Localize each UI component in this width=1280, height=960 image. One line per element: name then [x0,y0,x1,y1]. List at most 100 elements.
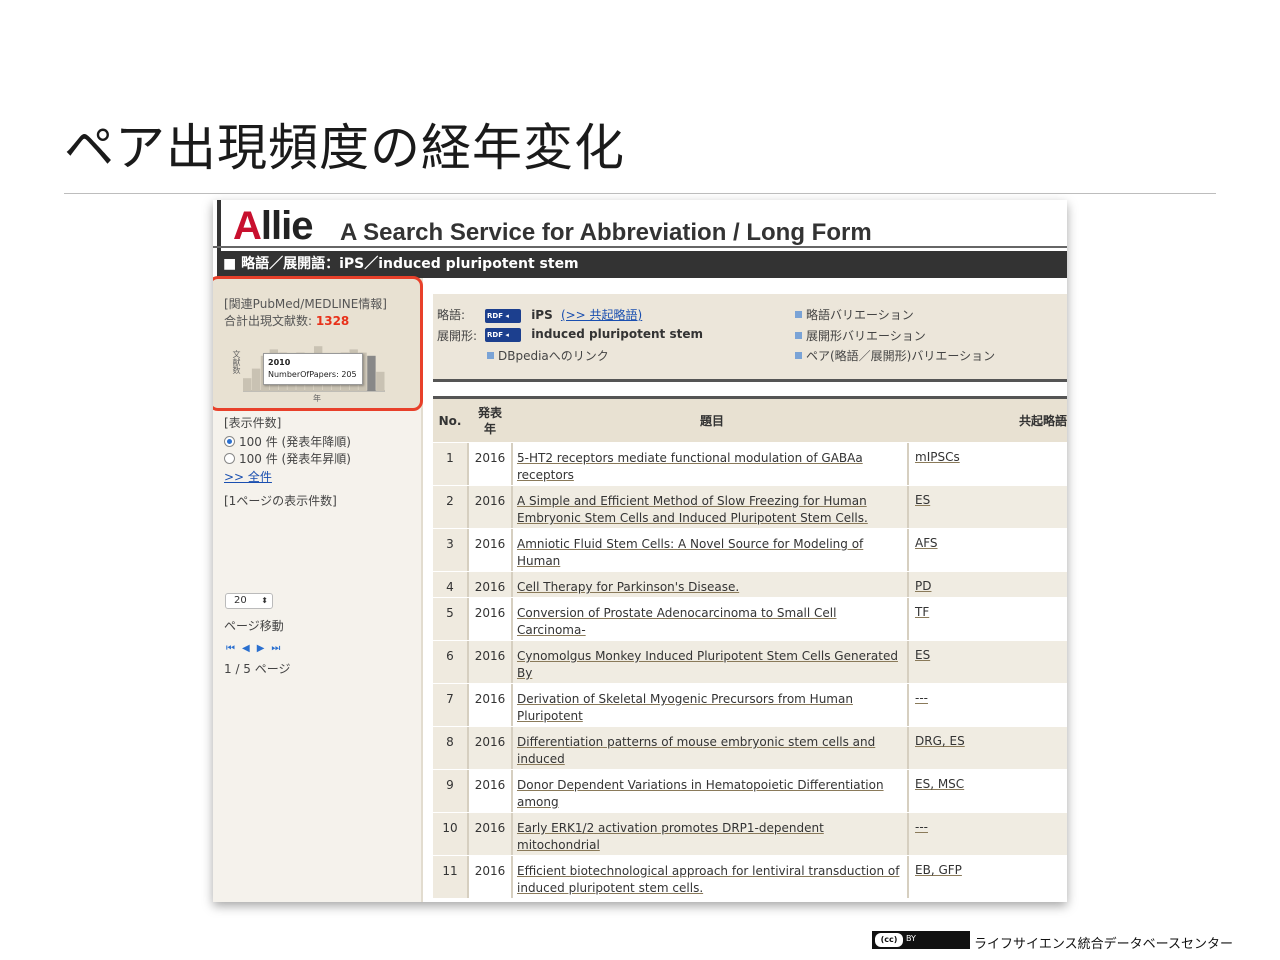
row-number: 2 [433,486,467,528]
row-cooccur[interactable]: ES [913,486,1067,528]
abbr-label: 略語: [437,308,466,322]
option-asc[interactable]: 100 件 (発表年昇順) [224,450,351,467]
select-arrow-icon: ⬍ [261,596,268,605]
bullet-icon [487,352,494,359]
row-title-link[interactable]: Donor Dependent Variations in Hematopoie… [517,770,907,826]
row-number: 7 [433,684,467,726]
row-title-link[interactable]: Cynomolgus Monkey Induced Pluripotent St… [517,641,907,697]
table-row: 7 2016 Derivation of Skeletal Myogenic Pre… [433,683,1067,740]
display-count-label: [表示件数] [224,416,282,430]
row-year: 2016 [474,735,506,749]
row-cooccur[interactable]: DRG, ES [913,727,1067,769]
table-row: 10 2016 Early ERK1/2 activation promotes D… [433,812,1067,869]
table-row: 6 2016 Cynomolgus Monkey Induced Pluripote… [433,640,1067,697]
pubmed-summary-box: [関連PubMed/MEDLINE情報] 合計出現文献数: 1328 文献数 年… [213,276,423,411]
row-number: 4 [433,572,467,597]
rdf-abbr-icon[interactable]: RDF ◂ [485,308,521,323]
variation-abbr-link[interactable]: 略語バリエーション [795,306,914,323]
row-year: 2016 [474,778,506,792]
table-row: 5 2016 Conversion of Prostate Adenocarcino… [433,597,1067,654]
allie-screenshot: Allie A Search Service for Abbreviation … [213,200,1067,902]
long-value: induced pluripotent stem [531,327,703,341]
term-info-box: 略語: RDF ◂ iPS (>> 共起略語) 展開形: RDF ◂ induc… [433,294,1067,382]
cooccur-link[interactable]: (>> 共起略語) [561,308,642,322]
last-page-icon[interactable]: ⏭ [271,643,280,654]
abbr-value: iPS [531,308,553,322]
col-cooccur: 共起略語 [1018,413,1067,428]
row-cooccur[interactable]: AFS [913,529,1067,571]
row-number: 10 [433,813,467,855]
header-divider [213,246,1067,248]
row-year: 2016 [474,606,506,620]
row-title-link[interactable]: Amniotic Fluid Stem Cells: A Novel Sourc… [517,529,907,585]
option-desc[interactable]: 100 件 (発表年降順) [224,433,351,450]
row-title-link[interactable]: Differentiation patterns of mouse embryo… [517,727,907,783]
row-title-link[interactable]: Efficient biotechnological approach for … [517,856,907,898]
row-cooccur[interactable]: PD [913,572,1067,597]
row-title-link[interactable]: A Simple and Efficient Method of Slow Fr… [517,486,907,528]
app-header: Allie A Search Service for Abbreviation … [217,200,1067,252]
allie-logo[interactable]: Allie [233,206,313,246]
first-page-icon[interactable]: ⏮ [226,643,235,654]
col-year: 発表年 [477,405,502,436]
row-cooccur[interactable]: ES [913,641,1067,683]
footer-organization: ライフサイエンス統合データベースセンター [974,937,1233,952]
table-row: 4 2016 Cell Therapy for Parkinson's Diseas… [433,571,1067,597]
page-status: 1 / 5 ページ [224,662,291,676]
row-number: 5 [433,598,467,640]
radio-desc[interactable] [224,436,235,447]
row-title-link[interactable]: 5-HT2 receptors mediate functional modul… [517,443,907,516]
row-cooccur[interactable]: TF [913,598,1067,640]
row-number: 6 [433,641,467,683]
row-title-link[interactable]: Early ERK1/2 activation promotes DRP1-de… [517,813,907,869]
bullet-icon [795,311,802,318]
row-number: 1 [433,443,467,485]
row-title-link[interactable]: Derivation of Skeletal Myogenic Precurso… [517,684,907,740]
table-row: 9 2016 Donor Dependent Variations in Hemat… [433,769,1067,826]
slide-title: ペア出現頻度の経年変化 [64,119,625,177]
table-row: 8 2016 Differentiation patterns of mouse e… [433,726,1067,783]
table-header: No. 発表年 題目 共起略語 [433,396,1067,442]
row-number: 3 [433,529,467,571]
all-link[interactable]: >> 全件 [224,468,272,485]
cc-by-license-badge: (cc) BY [872,931,970,949]
row-cooccur[interactable]: ES, MSC [913,770,1067,812]
table-row: 2 2016 A Simple and Efficient Method of Sl… [433,485,1067,528]
main-content: 略語: RDF ◂ iPS (>> 共起略語) 展開形: RDF ◂ induc… [425,278,1067,902]
row-year: 2016 [474,692,506,706]
row-cooccur[interactable]: --- [913,684,1067,726]
rdf-long-icon[interactable]: RDF ◂ [485,327,521,342]
row-number: 11 [433,856,467,898]
col-title: 題目 [699,413,724,428]
row-cooccur[interactable]: mIPSCs [913,443,1067,485]
row-year: 2016 [474,580,506,594]
row-year: 2016 [474,649,506,663]
long-row: RDF ◂ induced pluripotent stem [485,327,703,342]
dbpedia-link[interactable]: DBpediaへのリンク [487,347,609,364]
title-divider [64,193,1216,194]
radio-asc[interactable] [224,453,235,464]
variation-long-link[interactable]: 展開形バリエーション [795,327,926,344]
per-page-select[interactable]: 20 ⬍ [225,593,273,609]
prev-page-icon[interactable]: ◀ [242,643,250,654]
row-year: 2016 [474,537,506,551]
per-page-label: [1ページの表示件数] [224,494,337,508]
table-row: 3 2016 Amniotic Fluid Stem Cells: A Novel … [433,528,1067,585]
variation-pair-link[interactable]: ペア(略語／展開形)バリエーション [795,347,995,364]
highlight-annotation [213,276,423,411]
row-title-link[interactable]: Cell Therapy for Parkinson's Disease. [517,572,907,597]
row-year: 2016 [474,494,506,508]
row-number: 9 [433,770,467,812]
row-cooccur[interactable]: EB, GFP [913,856,1067,898]
table-row: 1 2016 5-HT2 receptors mediate functional … [433,442,1067,516]
row-cooccur[interactable]: --- [913,813,1067,855]
col-no: No. [438,413,462,428]
row-title-link[interactable]: Conversion of Prostate Adenocarcinoma to… [517,598,907,654]
row-year: 2016 [474,821,506,835]
abbr-row: RDF ◂ iPS (>> 共起略語) [485,306,642,323]
long-label: 展開形: [437,329,478,343]
next-page-icon[interactable]: ▶ [257,643,265,654]
row-year: 2016 [474,451,506,465]
bullet-icon [795,352,802,359]
sidebar: [関連PubMed/MEDLINE情報] 合計出現文献数: 1328 文献数 年… [213,276,423,902]
